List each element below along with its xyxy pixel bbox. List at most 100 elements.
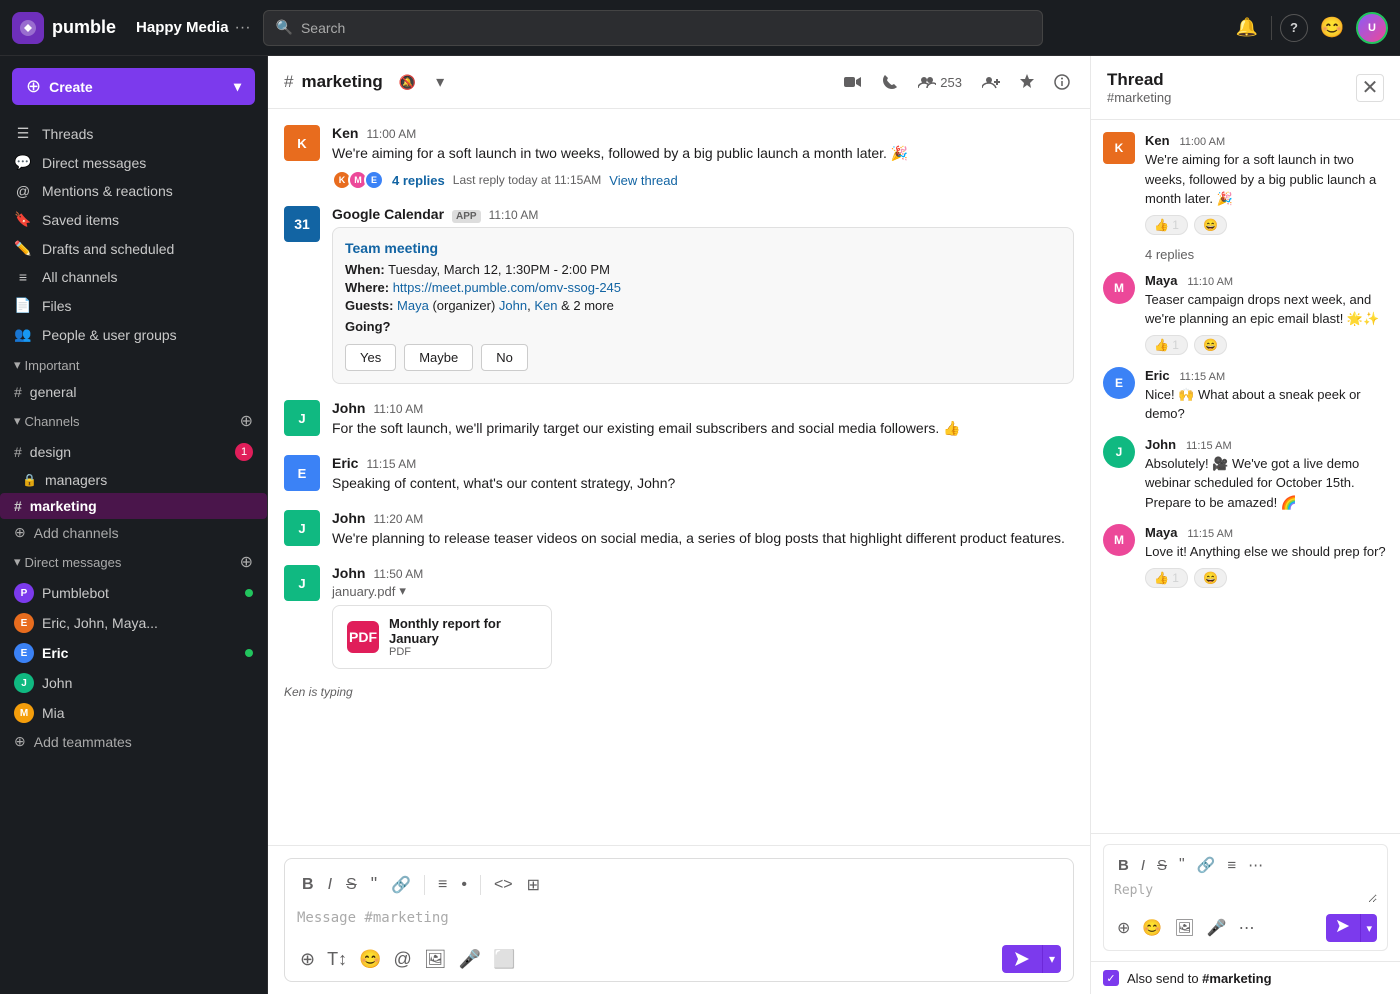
reaction[interactable]: 👍 1 — [1145, 335, 1188, 355]
message-sender: Google Calendar — [332, 206, 444, 222]
reaction[interactable]: 👍 1 — [1145, 215, 1188, 235]
add-channel-icon[interactable]: ⊕ — [240, 411, 253, 431]
dm-item-mia[interactable]: M Mia — [0, 698, 267, 728]
italic-btn[interactable]: I — [323, 873, 337, 897]
also-send-checkbox[interactable]: ✓ — [1103, 970, 1119, 986]
add-teammates-item[interactable]: ⊕ Add teammates — [0, 728, 267, 755]
file-label[interactable]: january.pdf ▾ — [332, 583, 1074, 599]
sidebar-item-mentions[interactable]: @ Mentions & reactions — [0, 177, 267, 205]
event-title[interactable]: Team meeting — [345, 240, 1061, 256]
mention-btn[interactable]: @ — [391, 946, 415, 973]
send-dropdown-btn[interactable]: ▾ — [1042, 945, 1061, 973]
yes-button[interactable]: Yes — [345, 344, 396, 371]
thread-panel: Thread #marketing ✕ K Ken 11:00 AM — [1090, 56, 1400, 994]
dm-mia-label: Mia — [42, 705, 65, 721]
info-btn[interactable] — [1050, 70, 1074, 94]
channel-item-design[interactable]: # design ⋯ 1 — [0, 437, 267, 467]
sidebar-item-direct-messages[interactable]: 💬 Direct messages — [0, 148, 267, 177]
thread-quote-btn[interactable]: " — [1175, 853, 1189, 877]
thread-link-btn[interactable]: 🔗 — [1193, 853, 1220, 877]
dm-item-group[interactable]: E Eric, John, Maya... — [0, 608, 267, 638]
thread-gif-btn[interactable]: 🖼 — [1171, 915, 1197, 941]
audio-btn[interactable]: 🎤 — [456, 946, 484, 973]
code-block-btn[interactable]: ⊞ — [522, 872, 545, 898]
pin-btn[interactable] — [1016, 70, 1038, 94]
ol-btn[interactable]: ≡ — [433, 873, 452, 897]
ul-btn[interactable]: • — [456, 873, 472, 897]
mute-channel-btn[interactable]: 🔕 — [395, 70, 420, 95]
dm-item-pumblebot[interactable]: P Pumblebot — [0, 578, 267, 608]
thread-audio-btn[interactable]: 🎤 — [1204, 915, 1230, 941]
dm-section-header[interactable]: ▾ Direct messages ⊕ — [0, 546, 267, 578]
emoji-btn[interactable]: 😊 — [1316, 12, 1348, 44]
workspace-dots[interactable]: ··· — [235, 19, 251, 37]
video-btn[interactable] — [840, 71, 866, 93]
thread-italic-btn[interactable]: I — [1137, 854, 1149, 877]
text-format-btn[interactable]: T↕ — [324, 946, 350, 973]
thread-send-dropdown-btn[interactable]: ▾ — [1360, 914, 1377, 942]
maybe-button[interactable]: Maybe — [404, 344, 473, 371]
send-button[interactable] — [1002, 945, 1042, 973]
notification-btn[interactable]: 🔔 — [1231, 12, 1263, 44]
channels-section-header[interactable]: ▾ Channels ⊕ — [0, 405, 267, 437]
thread-reply-input[interactable] — [1114, 883, 1377, 903]
channel-item-managers[interactable]: 🔒 managers — [0, 467, 267, 493]
sidebar-item-people[interactable]: 👥 People & user groups — [0, 320, 267, 349]
create-button[interactable]: ⊕ Create ▾ — [12, 68, 255, 105]
important-section-header[interactable]: ▾ Important — [0, 351, 267, 379]
search-bar[interactable]: 🔍 — [263, 10, 1043, 46]
reaction[interactable]: 😄 — [1194, 335, 1227, 355]
strikethrough-btn[interactable]: S — [341, 873, 362, 897]
gif-btn[interactable]: 🖼 — [421, 946, 450, 973]
thread-input-box: B I S " 🔗 ≡ ⋯ ⊕ 😊 🖼 — [1103, 844, 1388, 951]
user-avatar-top[interactable]: U — [1356, 12, 1388, 44]
thread-add-btn[interactable]: ⊕ — [1114, 915, 1133, 941]
sidebar-item-saved[interactable]: 🔖 Saved items — [0, 205, 267, 234]
add-member-btn[interactable] — [978, 71, 1004, 93]
dm-item-john[interactable]: J John — [0, 668, 267, 698]
code-btn[interactable]: <> — [489, 873, 518, 897]
typing-indicator: Ken is typing — [284, 685, 1074, 699]
bold-btn[interactable]: B — [297, 873, 319, 897]
add-attachment-btn[interactable]: ⊕ — [297, 946, 318, 973]
avatar: E — [284, 455, 320, 491]
thread-emoji-btn[interactable]: 😊 — [1139, 915, 1165, 941]
reaction[interactable]: 😄 — [1194, 215, 1227, 235]
emoji-picker-btn[interactable]: 😊 — [356, 946, 384, 973]
channel-chevron-btn[interactable]: ▾ — [432, 68, 448, 96]
thread-strike-btn[interactable]: S — [1153, 854, 1171, 877]
reaction[interactable]: 😄 — [1194, 568, 1227, 588]
code-snippet-btn[interactable]: ⬜ — [490, 946, 518, 973]
thread-list-btn[interactable]: ≡ — [1223, 854, 1240, 877]
eric-avatar: E — [14, 643, 34, 663]
thread-bold-btn[interactable]: B — [1114, 854, 1133, 877]
message-content: John 11:10 AM For the soft launch, we'll… — [332, 400, 1074, 439]
important-label: Important — [25, 358, 253, 373]
search-input[interactable] — [301, 20, 1030, 36]
channel-item-general[interactable]: # general — [0, 379, 267, 405]
reaction[interactable]: 👍 1 — [1145, 568, 1188, 588]
thread-close-button[interactable]: ✕ — [1356, 74, 1384, 102]
call-btn[interactable] — [878, 70, 902, 94]
sidebar-item-all-channels[interactable]: ≡ All channels — [0, 263, 267, 291]
members-btn[interactable]: 253 — [914, 71, 966, 94]
sidebar-item-threads[interactable]: ☰ Threads — [0, 119, 267, 148]
message-text: We're aiming for a soft launch in two we… — [332, 143, 1074, 164]
sidebar-item-drafts[interactable]: ✏️ Drafts and scheduled — [0, 234, 267, 263]
event-link[interactable]: https://meet.pumble.com/omv-ssog-245 — [393, 280, 621, 295]
add-channels-item[interactable]: ⊕ Add channels — [0, 519, 267, 546]
channel-item-marketing[interactable]: # marketing — [0, 493, 267, 519]
no-button[interactable]: No — [481, 344, 528, 371]
thread-more-opts-btn[interactable]: ⋯ — [1236, 915, 1258, 941]
help-btn[interactable]: ? — [1280, 14, 1308, 42]
quote-btn[interactable]: " — [366, 871, 382, 898]
thread-send-button[interactable] — [1326, 914, 1360, 942]
message-input[interactable] — [297, 910, 1061, 934]
reply-count[interactable]: 4 replies — [392, 173, 445, 188]
sidebar-item-files[interactable]: 📄 Files — [0, 291, 267, 320]
dm-item-eric[interactable]: E Eric — [0, 638, 267, 668]
view-thread-link[interactable]: View thread — [609, 173, 677, 188]
link-btn[interactable]: 🔗 — [386, 872, 416, 898]
thread-more-btn[interactable]: ⋯ — [1244, 853, 1267, 877]
add-dm-icon[interactable]: ⊕ — [240, 552, 253, 572]
